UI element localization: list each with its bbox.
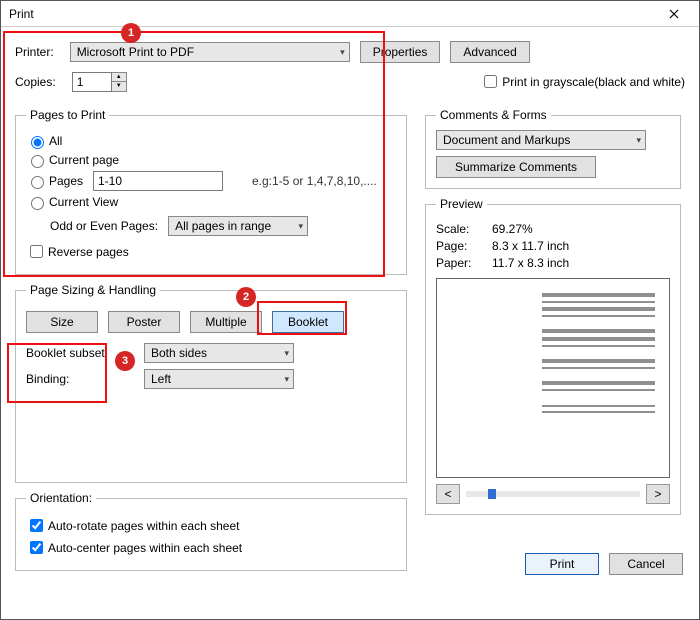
preview-next-button[interactable]: > <box>646 484 670 504</box>
comments-group: Comments & Forms Document and Markups ▾ … <box>425 108 681 189</box>
binding-label: Binding: <box>26 372 136 386</box>
oddeven-select[interactable]: All pages in range ▾ <box>168 216 308 236</box>
summarize-button[interactable]: Summarize Comments <box>436 156 596 178</box>
orientation-legend: Orientation: <box>26 491 96 505</box>
paper-value: 11.7 x 8.3 inch <box>492 256 569 270</box>
radio-pages[interactable] <box>31 176 44 189</box>
preview-prev-button[interactable]: < <box>436 484 460 504</box>
subset-select[interactable]: Both sides ▾ <box>144 343 294 363</box>
advanced-button[interactable]: Advanced <box>450 41 529 63</box>
chevron-down-icon: ▾ <box>284 374 289 385</box>
oddeven-label: Odd or Even Pages: <box>50 219 158 233</box>
spin-up-icon[interactable]: ▲ <box>112 73 126 82</box>
booklet-button[interactable]: Booklet <box>272 311 344 333</box>
cancel-button[interactable]: Cancel <box>609 553 683 575</box>
page-label: Page: <box>436 239 492 253</box>
radio-current-view[interactable]: Current View <box>26 194 396 210</box>
pages-to-print-legend: Pages to Print <box>26 108 109 122</box>
copies-input[interactable] <box>72 72 112 92</box>
scale-label: Scale: <box>436 222 492 236</box>
comments-legend: Comments & Forms <box>436 108 551 122</box>
preview-thumbnail <box>436 278 670 478</box>
preview-legend: Preview <box>436 197 487 211</box>
grayscale-checkbox[interactable]: Print in grayscale(black and white) <box>480 72 685 91</box>
print-button[interactable]: Print <box>525 553 599 575</box>
window-title: Print <box>9 7 657 21</box>
sizing-group: Page Sizing & Handling Size Poster Multi… <box>15 283 407 483</box>
printer-value: Microsoft Print to PDF <box>77 45 194 59</box>
subset-label: Booklet subset: <box>26 346 136 360</box>
paper-label: Paper: <box>436 256 492 270</box>
pages-to-print-group: Pages to Print All Current page Pages e.… <box>15 108 407 275</box>
radio-all[interactable]: All <box>26 133 396 149</box>
spin-down-icon[interactable]: ▼ <box>112 82 126 91</box>
multiple-button[interactable]: Multiple <box>190 311 262 333</box>
reverse-pages-checkbox[interactable]: Reverse pages <box>26 242 396 261</box>
scrollbar-thumb[interactable] <box>488 489 496 499</box>
titlebar: Print <box>1 1 699 27</box>
binding-select[interactable]: Left ▾ <box>144 369 294 389</box>
pages-label: Pages <box>49 174 93 188</box>
chevron-down-icon: ▾ <box>284 348 289 359</box>
scale-value: 69.27% <box>492 222 533 236</box>
preview-group: Preview Scale:69.27% Page:8.3 x 11.7 inc… <box>425 197 681 515</box>
printer-label: Printer: <box>15 45 54 59</box>
copies-stepper[interactable]: ▲ ▼ <box>72 72 127 92</box>
comments-select[interactable]: Document and Markups ▾ <box>436 130 646 150</box>
close-icon <box>669 9 679 19</box>
orientation-group: Orientation: Auto-rotate pages within ea… <box>15 491 407 571</box>
dialog-content: 1 2 3 Printer: Microsoft Print to PDF ▾ … <box>1 27 699 587</box>
radio-current-page[interactable]: Current page <box>26 152 396 168</box>
auto-rotate-checkbox[interactable]: Auto-rotate pages within each sheet <box>26 516 396 535</box>
properties-button[interactable]: Properties <box>360 41 441 63</box>
pages-input[interactable] <box>93 171 223 191</box>
copies-label: Copies: <box>15 75 56 89</box>
pages-hint: e.g:1-5 or 1,4,7,8,10,.... <box>252 174 377 188</box>
size-button[interactable]: Size <box>26 311 98 333</box>
chevron-down-icon: ▾ <box>636 135 641 146</box>
close-button[interactable] <box>657 2 691 26</box>
auto-center-checkbox[interactable]: Auto-center pages within each sheet <box>26 538 396 557</box>
print-dialog: Print 1 2 3 Printer: Microsoft Print to … <box>0 0 700 620</box>
chevron-down-icon: ▾ <box>299 221 304 232</box>
chevron-down-icon: ▾ <box>340 47 345 58</box>
sizing-legend: Page Sizing & Handling <box>26 283 160 297</box>
preview-scrollbar[interactable] <box>466 491 640 497</box>
poster-button[interactable]: Poster <box>108 311 180 333</box>
page-value: 8.3 x 11.7 inch <box>492 239 569 253</box>
printer-select[interactable]: Microsoft Print to PDF ▾ <box>70 42 350 62</box>
